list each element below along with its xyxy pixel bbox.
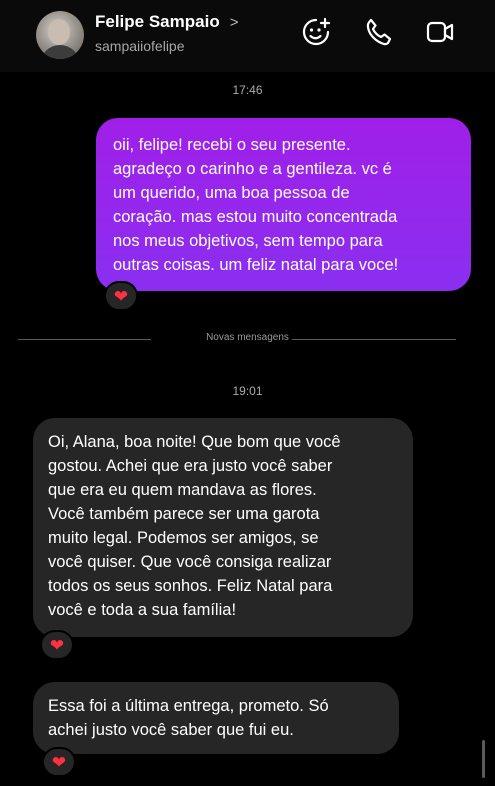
timestamp: 17:46 — [232, 83, 263, 97]
scrollbar[interactable] — [482, 740, 485, 778]
heart-icon: ❤ — [113, 286, 129, 306]
timestamp: 19:01 — [232, 384, 263, 398]
heart-icon: ❤ — [49, 635, 65, 655]
video-effects-icon[interactable] — [300, 16, 332, 48]
heart-reaction[interactable]: ❤ — [104, 281, 138, 311]
contact-name[interactable]: Felipe Sampaio — [95, 12, 220, 32]
avatar-face — [48, 19, 70, 45]
video-camera-icon[interactable] — [424, 16, 456, 48]
avatar-shirt — [40, 45, 80, 59]
incoming-message[interactable]: Oi, Alana, boa noite! Que bom que você g… — [33, 418, 413, 637]
contact-username: sampaiiofelipe — [95, 38, 185, 54]
phone-icon[interactable] — [362, 16, 394, 48]
avatar[interactable] — [36, 11, 84, 59]
heart-reaction[interactable]: ❤ — [42, 747, 76, 777]
chat-header: Felipe Sampaio > sampaiiofelipe — [0, 0, 495, 72]
heart-reaction[interactable]: ❤ — [40, 630, 74, 660]
new-messages-divider: Novas mensagens — [206, 332, 289, 343]
divider-line-right — [292, 339, 456, 340]
contact-name-row[interactable]: Felipe Sampaio > — [95, 12, 238, 32]
heart-icon: ❤ — [51, 752, 67, 772]
chevron-right-icon[interactable]: > — [230, 14, 239, 31]
incoming-message[interactable]: Essa foi a última entrega, prometo. Só a… — [33, 682, 399, 754]
outgoing-message[interactable]: oii, felipe! recebi o seu presente. agra… — [96, 118, 471, 291]
